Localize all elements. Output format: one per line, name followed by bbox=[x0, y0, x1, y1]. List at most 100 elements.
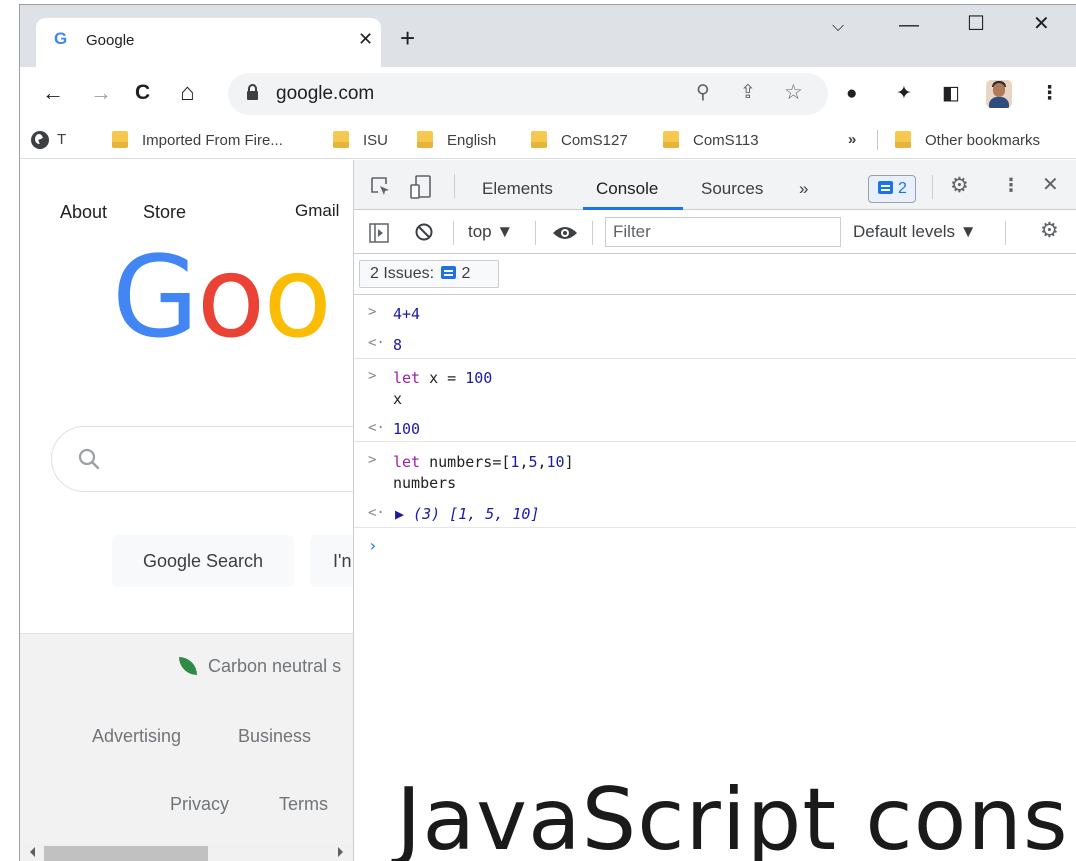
bookmark-other[interactable]: Other bookmarks bbox=[895, 131, 1040, 150]
folder-icon bbox=[417, 131, 433, 148]
lock-icon bbox=[247, 84, 258, 100]
input-chevron-icon: > bbox=[368, 368, 377, 384]
bookmark-label: ComS113 bbox=[693, 132, 759, 149]
slide-title: JavaScript cons bbox=[396, 770, 1069, 861]
issues-count: 2 bbox=[461, 265, 471, 282]
devtools-tabbar: Elements Console Sources » 2 ⚙ ⋮ ✕ bbox=[354, 160, 1076, 210]
log-levels-dropdown[interactable]: Default levels ▼ bbox=[853, 222, 977, 242]
feeling-lucky-button[interactable]: I'n bbox=[310, 535, 353, 587]
tab-close-icon[interactable]: ✕ bbox=[358, 29, 373, 50]
tab-elements[interactable]: Elements bbox=[482, 179, 553, 199]
bookmarks-bar: T Imported From Fire... ISU English ComS… bbox=[20, 122, 1076, 159]
search-input[interactable] bbox=[51, 426, 353, 492]
tab-sources[interactable]: Sources bbox=[701, 179, 763, 199]
devtools-menu-icon[interactable]: ⋮ bbox=[1002, 175, 1020, 195]
close-window-button[interactable]: ✕ bbox=[1033, 14, 1050, 34]
forward-button[interactable]: → bbox=[90, 81, 112, 105]
console-toolbar: top ▼ Filter Default levels ▼ ⚙ bbox=[354, 211, 1076, 254]
carbon-neutral-text[interactable]: Carbon neutral s bbox=[208, 656, 341, 677]
console-result: 100 bbox=[393, 420, 421, 438]
output-arrow-icon: <· bbox=[368, 505, 385, 521]
bookmark-folder-coms127[interactable]: ComS127 bbox=[531, 131, 628, 150]
sidebar-toggle-icon[interactable] bbox=[369, 223, 389, 243]
home-button[interactable]: ⌂ bbox=[180, 81, 195, 105]
advertising-link[interactable]: Advertising bbox=[92, 726, 181, 747]
close-devtools-icon[interactable]: ✕ bbox=[1042, 175, 1059, 195]
bookmark-folder-coms113[interactable]: ComS113 bbox=[663, 131, 759, 150]
extensions-icon[interactable]: ● bbox=[846, 83, 857, 105]
side-panel-icon[interactable]: ◧ bbox=[942, 83, 960, 105]
console-entry: > 4+4 <· 8 bbox=[354, 296, 1076, 359]
devtools-panel: Elements Console Sources » 2 ⚙ ⋮ ✕ top ▼ bbox=[353, 160, 1076, 861]
tab-google[interactable]: G Google ✕ bbox=[36, 18, 381, 68]
about-link[interactable]: About bbox=[60, 202, 107, 223]
issues-badge[interactable]: 2 bbox=[868, 175, 916, 203]
live-expression-eye-icon[interactable] bbox=[552, 225, 578, 241]
output-arrow-icon: <· bbox=[368, 335, 385, 351]
new-tab-button[interactable]: + bbox=[400, 25, 415, 51]
issues-icon bbox=[441, 266, 457, 279]
back-button[interactable]: ← bbox=[42, 81, 64, 105]
maximize-button[interactable]: ☐ bbox=[967, 14, 985, 34]
bookmark-t[interactable]: T bbox=[57, 131, 66, 149]
bookmark-folder-english[interactable]: English bbox=[417, 131, 496, 150]
console-settings-gear-icon[interactable]: ⚙ bbox=[1040, 220, 1059, 241]
bookmarks-separator bbox=[877, 130, 878, 150]
bookmark-folder-isu[interactable]: ISU bbox=[333, 131, 388, 150]
console-input-line: numbers bbox=[393, 474, 457, 492]
reload-button[interactable]: C bbox=[135, 81, 150, 105]
toolbar-separator bbox=[454, 174, 455, 198]
terms-link[interactable]: Terms bbox=[279, 794, 328, 815]
minimize-button[interactable]: — bbox=[899, 15, 919, 35]
page-footer: Carbon neutral s Advertising Business Pr… bbox=[20, 633, 353, 861]
toolbar-separator bbox=[592, 221, 593, 245]
horizontal-scrollbar[interactable] bbox=[20, 843, 353, 861]
issues-bar: 2 Issues: 2 bbox=[354, 255, 1076, 295]
issues-button[interactable]: 2 Issues: 2 bbox=[359, 260, 499, 288]
search-icon bbox=[78, 448, 100, 470]
console-entry: > let x = 100 x <· 100 bbox=[354, 359, 1076, 442]
logo-letter-o2: o bbox=[263, 233, 332, 363]
tab-console[interactable]: Console bbox=[596, 179, 658, 199]
search-icon[interactable]: ⚲ bbox=[696, 82, 710, 104]
globe-icon bbox=[31, 131, 49, 149]
issues-count: 2 bbox=[898, 180, 907, 197]
console-prompt-icon[interactable]: › bbox=[368, 536, 378, 555]
store-link[interactable]: Store bbox=[143, 202, 186, 223]
bookmark-label: ComS127 bbox=[561, 132, 628, 149]
google-search-button[interactable]: Google Search bbox=[112, 535, 294, 587]
puzzle-icon[interactable]: ✦ bbox=[896, 83, 912, 105]
bookmark-folder-imported[interactable]: Imported From Fire... bbox=[112, 131, 283, 150]
kebab-menu-icon[interactable]: ⋮ bbox=[1040, 83, 1059, 105]
toolbar-separator bbox=[453, 221, 454, 245]
toolbar-separator bbox=[1005, 221, 1006, 245]
clear-console-icon[interactable] bbox=[414, 222, 434, 242]
console-result-array[interactable]: ▶ (3) [1, 5, 10] bbox=[395, 505, 540, 523]
context-selector[interactable]: top ▼ bbox=[468, 222, 513, 242]
tab-search-icon[interactable]: ⌵ bbox=[832, 17, 844, 37]
address-bar[interactable]: google.com ⚲ ⇪ ☆ bbox=[228, 73, 828, 115]
share-icon[interactable]: ⇪ bbox=[740, 82, 756, 104]
folder-icon bbox=[663, 131, 679, 148]
filter-input[interactable]: Filter bbox=[605, 217, 841, 247]
settings-gear-icon[interactable]: ⚙ bbox=[950, 175, 969, 196]
device-toolbar-icon[interactable] bbox=[409, 174, 433, 200]
input-chevron-icon: > bbox=[368, 304, 377, 320]
scroll-left-icon[interactable] bbox=[30, 847, 35, 857]
avatar[interactable] bbox=[986, 80, 1012, 108]
scroll-right-icon[interactable] bbox=[338, 847, 343, 857]
more-tabs-icon[interactable]: » bbox=[799, 179, 808, 199]
output-arrow-icon: <· bbox=[368, 420, 385, 436]
google-homepage: About Store Gmail Goo Google Search I'n … bbox=[20, 160, 353, 861]
gmail-link[interactable]: Gmail bbox=[295, 201, 339, 221]
privacy-link[interactable]: Privacy bbox=[170, 794, 229, 815]
console-input-line: 4+4 bbox=[393, 305, 421, 323]
console-input-line: let x = 100 bbox=[393, 369, 493, 387]
star-icon[interactable]: ☆ bbox=[784, 82, 803, 104]
inspect-element-icon[interactable] bbox=[370, 176, 392, 198]
business-link[interactable]: Business bbox=[238, 726, 311, 747]
active-tab-indicator bbox=[583, 207, 683, 210]
folder-icon bbox=[895, 131, 911, 148]
bookmarks-overflow-button[interactable]: » bbox=[848, 131, 856, 149]
scrollbar-thumb[interactable] bbox=[44, 846, 208, 861]
